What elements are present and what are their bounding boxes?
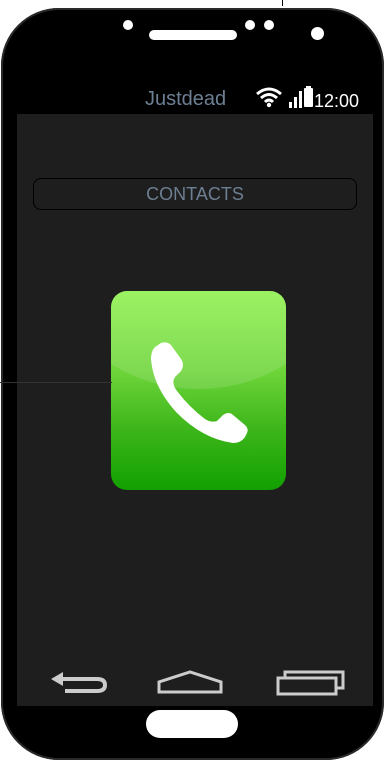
status-time: 12:00 xyxy=(314,91,360,111)
wifi-icon xyxy=(256,87,282,108)
front-sensor-dot xyxy=(123,20,133,30)
physical-home-key[interactable] xyxy=(146,710,238,738)
sensor-dot-right xyxy=(264,20,274,30)
call-button[interactable] xyxy=(111,291,286,490)
battery-icon xyxy=(304,88,313,107)
signal-icon xyxy=(289,91,302,108)
status-bar: Justdead 12:00 xyxy=(17,86,373,114)
earpiece-speaker xyxy=(149,30,237,40)
home-icon[interactable] xyxy=(155,668,225,696)
back-icon[interactable] xyxy=(47,670,111,696)
contacts-button[interactable]: CONTACTS xyxy=(33,178,357,210)
sensor-dot-left xyxy=(245,20,255,30)
top-edge-line xyxy=(282,0,283,6)
phone-handset-icon xyxy=(151,342,248,443)
front-camera xyxy=(311,27,324,40)
phone-frame: Justdead 12:00 CONTACTS xyxy=(1,8,384,760)
app-screen: CONTACTS xyxy=(17,114,373,706)
recent-apps-icon[interactable] xyxy=(273,666,347,698)
contacts-label: CONTACTS xyxy=(146,183,244,204)
navigation-bar xyxy=(17,664,373,704)
carrier-name: Justdead xyxy=(145,88,227,110)
left-edge-line xyxy=(0,382,112,383)
